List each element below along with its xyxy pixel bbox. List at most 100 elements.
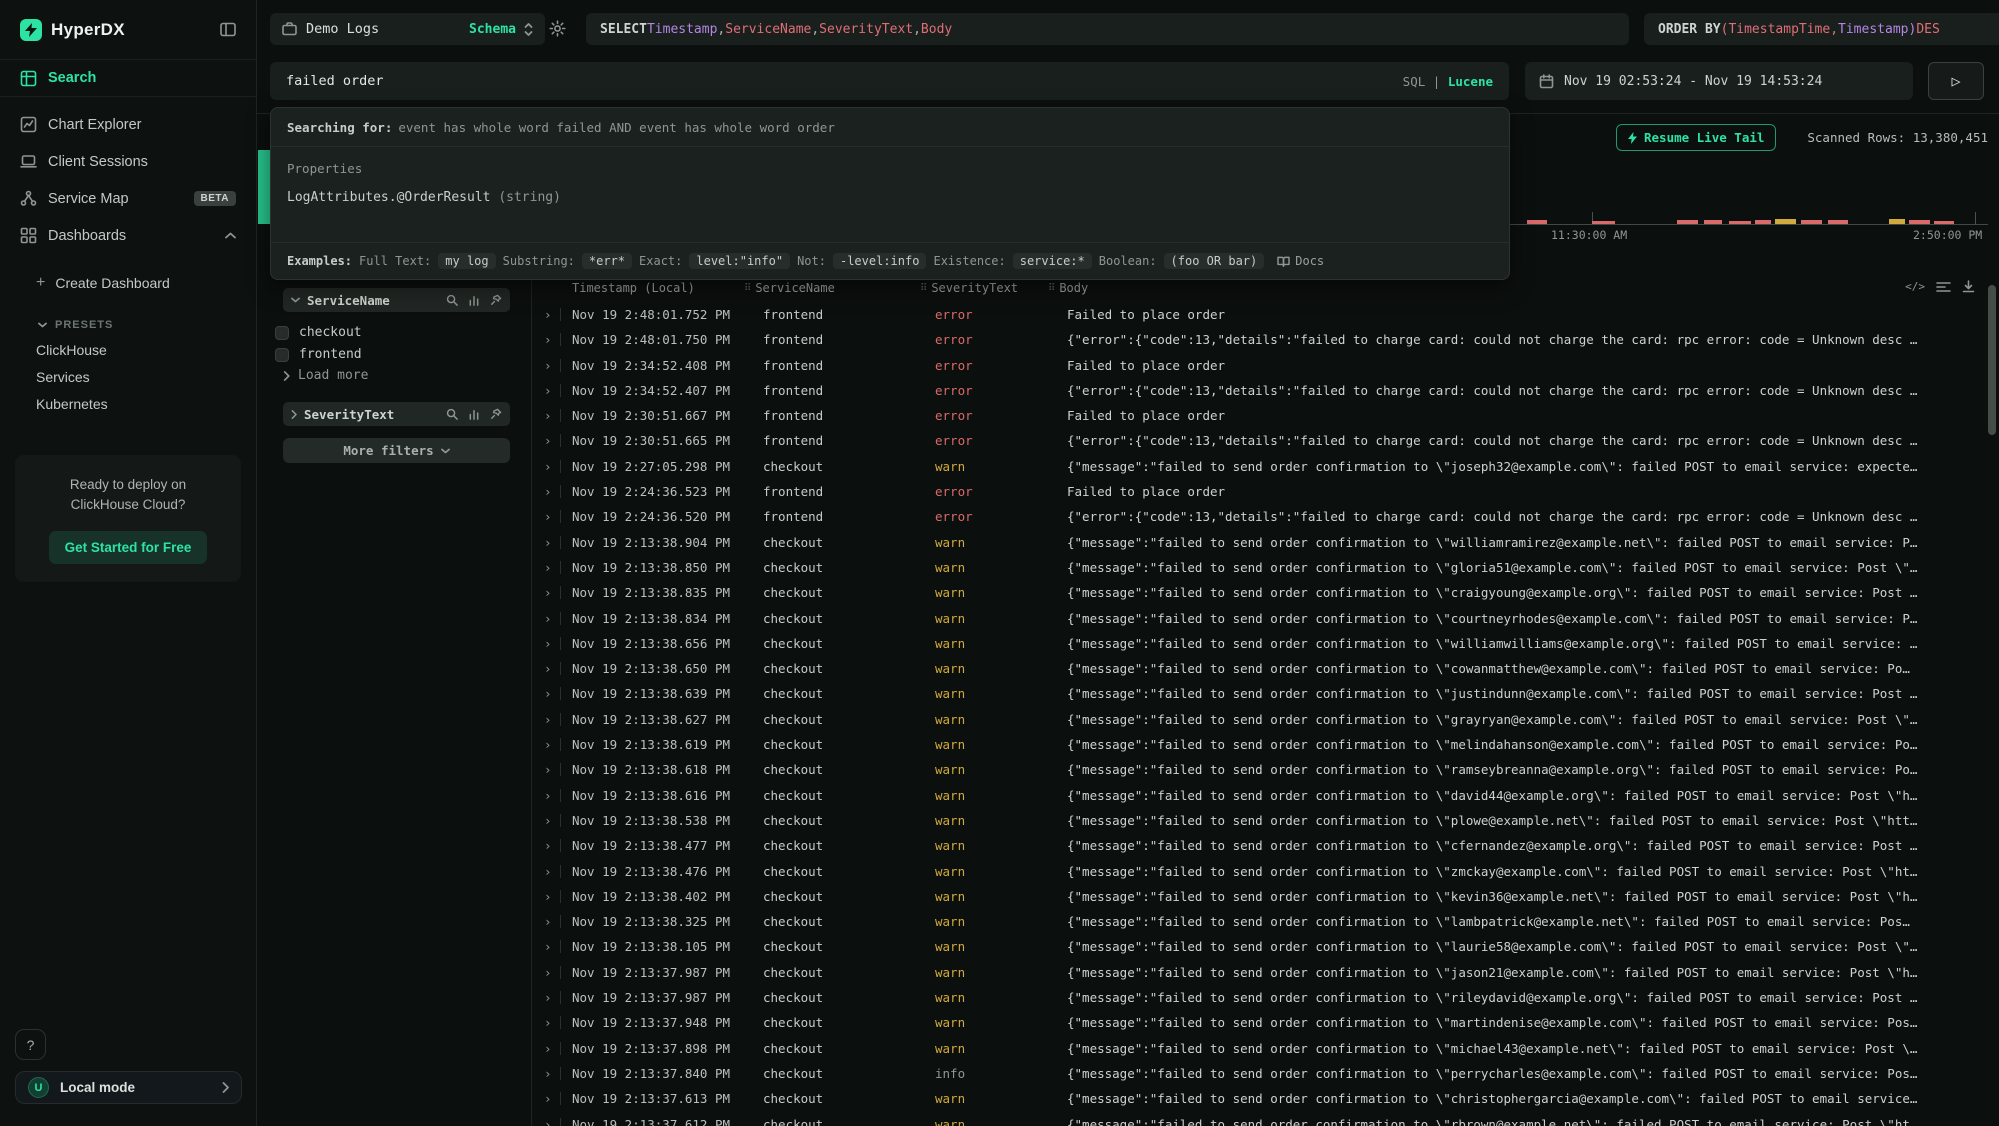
row-expand-chevron[interactable]: › [544, 555, 552, 580]
row-expand-chevron[interactable]: › [544, 428, 552, 453]
row-expand-chevron[interactable]: › [544, 378, 552, 403]
table-row[interactable]: › Nov 19 2:13:38.538 PM checkout warn {"… [257, 808, 1999, 833]
row-expand-chevron[interactable]: › [544, 479, 552, 504]
drag-handle-icon[interactable]: ⠿ [920, 283, 925, 294]
sidebar-item-chart-explorer[interactable]: Chart Explorer [0, 106, 256, 143]
column-header-body[interactable]: Body [1059, 281, 1088, 295]
row-expand-chevron[interactable]: › [544, 934, 552, 959]
table-row[interactable]: › Nov 19 2:13:38.619 PM checkout warn {"… [257, 732, 1999, 757]
example-pill[interactable]: level:"info" [689, 253, 790, 269]
drag-handle-icon[interactable]: ⠿ [1048, 283, 1053, 294]
row-expand-chevron[interactable]: › [544, 302, 552, 327]
sidebar-item-search[interactable]: Search [0, 60, 256, 97]
table-row[interactable]: › Nov 19 2:13:38.402 PM checkout warn {"… [257, 884, 1999, 909]
get-started-button[interactable]: Get Started for Free [49, 531, 208, 564]
table-row[interactable]: › Nov 19 2:13:37.948 PM checkout warn {"… [257, 1010, 1999, 1035]
table-row[interactable]: › Nov 19 2:13:38.656 PM checkout warn {"… [257, 631, 1999, 656]
row-expand-chevron[interactable]: › [544, 631, 552, 656]
row-expand-chevron[interactable]: › [544, 656, 552, 681]
table-row[interactable]: › Nov 19 2:13:37.898 PM checkout warn {"… [257, 1036, 1999, 1061]
sidebar-preset-services[interactable]: Services [0, 363, 256, 390]
docs-link[interactable]: Docs [1277, 254, 1324, 268]
lang-sql[interactable]: SQL [1403, 74, 1426, 89]
table-row[interactable]: › Nov 19 2:13:38.618 PM checkout warn {"… [257, 757, 1999, 782]
table-row[interactable]: › Nov 19 2:34:52.407 PM frontend error {… [257, 378, 1999, 403]
table-row[interactable]: › Nov 19 2:13:38.639 PM checkout warn {"… [257, 681, 1999, 706]
row-expand-chevron[interactable]: › [544, 960, 552, 985]
table-row[interactable]: › Nov 19 2:13:37.840 PM checkout info {"… [257, 1061, 1999, 1086]
example-pill[interactable]: my log [438, 253, 495, 269]
download-icon[interactable] [1962, 280, 1975, 293]
row-expand-chevron[interactable]: › [544, 353, 552, 378]
row-expand-chevron[interactable]: › [544, 1086, 552, 1111]
column-header-servicename[interactable]: ServiceName [755, 281, 834, 295]
row-expand-chevron[interactable]: › [544, 1036, 552, 1061]
table-row[interactable]: › Nov 19 2:13:37.613 PM checkout warn {"… [257, 1086, 1999, 1111]
table-row[interactable]: › Nov 19 2:13:37.612 PM checkout warn {"… [257, 1112, 1999, 1126]
sidebar-preset-clickhouse[interactable]: ClickHouse [0, 336, 256, 363]
table-row[interactable]: › Nov 19 2:13:37.987 PM checkout warn {"… [257, 960, 1999, 985]
row-expand-chevron[interactable]: › [544, 1010, 552, 1035]
local-mode-button[interactable]: U Local mode [15, 1071, 242, 1104]
table-row[interactable]: › Nov 19 2:13:38.835 PM checkout warn {"… [257, 580, 1999, 605]
column-header-severitytext[interactable]: SeverityText [931, 281, 1018, 295]
table-row[interactable]: › Nov 19 2:13:38.627 PM checkout warn {"… [257, 707, 1999, 732]
table-row[interactable]: › Nov 19 2:24:36.523 PM frontend error F… [257, 479, 1999, 504]
example-pill[interactable]: *err* [582, 253, 632, 269]
search-input[interactable]: failed order SQL | Lucene [270, 62, 1509, 100]
row-expand-chevron[interactable]: › [544, 1112, 552, 1126]
select-clause-editor[interactable]: SELECT Timestamp, ServiceName, SeverityT… [586, 13, 1629, 45]
row-expand-chevron[interactable]: › [544, 757, 552, 782]
row-expand-chevron[interactable]: › [544, 1061, 552, 1086]
sidebar-preset-kubernetes[interactable]: Kubernetes [0, 390, 256, 417]
table-row[interactable]: › Nov 19 2:13:38.476 PM checkout warn {"… [257, 859, 1999, 884]
row-expand-chevron[interactable]: › [544, 783, 552, 808]
table-row[interactable]: › Nov 19 2:13:38.105 PM checkout warn {"… [257, 934, 1999, 959]
row-density-icon[interactable] [1936, 281, 1951, 293]
create-dashboard-button[interactable]: + Create Dashboard [0, 268, 256, 298]
row-expand-chevron[interactable]: › [544, 833, 552, 858]
table-row[interactable]: › Nov 19 2:13:38.834 PM checkout warn {"… [257, 606, 1999, 631]
run-search-button[interactable]: ▷ [1928, 62, 1984, 100]
code-view-icon[interactable]: </> [1905, 280, 1925, 293]
table-row[interactable]: › Nov 19 2:13:38.850 PM checkout warn {"… [257, 555, 1999, 580]
table-row[interactable]: › Nov 19 2:13:38.477 PM checkout warn {"… [257, 833, 1999, 858]
source-settings-button[interactable] [549, 20, 566, 37]
presets-section[interactable]: PRESETS [0, 314, 256, 336]
table-row[interactable]: › Nov 19 2:27:05.298 PM checkout warn {"… [257, 454, 1999, 479]
row-expand-chevron[interactable]: › [544, 454, 552, 479]
column-header-timestamp[interactable]: Timestamp (Local) [572, 281, 695, 295]
row-expand-chevron[interactable]: › [544, 732, 552, 757]
table-row[interactable]: › Nov 19 2:34:52.408 PM frontend error F… [257, 353, 1999, 378]
row-expand-chevron[interactable]: › [544, 606, 552, 631]
row-expand-chevron[interactable]: › [544, 403, 552, 428]
order-by-editor[interactable]: ORDER BY (TimestampTime, Timestamp) DES [1644, 13, 1999, 45]
table-row[interactable]: › Nov 19 2:13:38.904 PM checkout warn {"… [257, 530, 1999, 555]
row-expand-chevron[interactable]: › [544, 859, 552, 884]
table-row[interactable]: › Nov 19 2:48:01.752 PM frontend error F… [257, 302, 1999, 327]
row-expand-chevron[interactable]: › [544, 707, 552, 732]
collapse-sidebar-icon[interactable] [220, 22, 236, 37]
row-expand-chevron[interactable]: › [544, 985, 552, 1010]
sidebar-item-client-sessions[interactable]: Client Sessions [0, 143, 256, 180]
suggestion-item[interactable]: LogAttributes.@OrderResult (string) [271, 180, 1509, 215]
row-expand-chevron[interactable]: › [544, 884, 552, 909]
example-pill[interactable]: (foo OR bar) [1164, 253, 1265, 269]
table-row[interactable]: › Nov 19 2:13:38.616 PM checkout warn {"… [257, 783, 1999, 808]
sidebar-item-service-map[interactable]: Service Map BETA [0, 180, 256, 217]
table-row[interactable]: › Nov 19 2:13:37.987 PM checkout warn {"… [257, 985, 1999, 1010]
date-range-picker[interactable]: Nov 19 02:53:24 - Nov 19 14:53:24 [1525, 62, 1913, 100]
row-expand-chevron[interactable]: › [544, 327, 552, 352]
row-expand-chevron[interactable]: › [544, 909, 552, 934]
source-mode-toggle[interactable]: Schema [469, 22, 516, 37]
example-pill[interactable]: -level:info [833, 253, 926, 269]
table-row[interactable]: › Nov 19 2:30:51.667 PM frontend error F… [257, 403, 1999, 428]
vertical-scrollbar[interactable] [1988, 285, 1996, 435]
help-button[interactable]: ? [15, 1029, 46, 1060]
row-expand-chevron[interactable]: › [544, 504, 552, 529]
table-row[interactable]: › Nov 19 2:24:36.520 PM frontend error {… [257, 504, 1999, 529]
table-row[interactable]: › Nov 19 2:13:38.325 PM checkout warn {"… [257, 909, 1999, 934]
drag-handle-icon[interactable]: ⠿ [744, 283, 749, 294]
row-expand-chevron[interactable]: › [544, 681, 552, 706]
row-expand-chevron[interactable]: › [544, 580, 552, 605]
